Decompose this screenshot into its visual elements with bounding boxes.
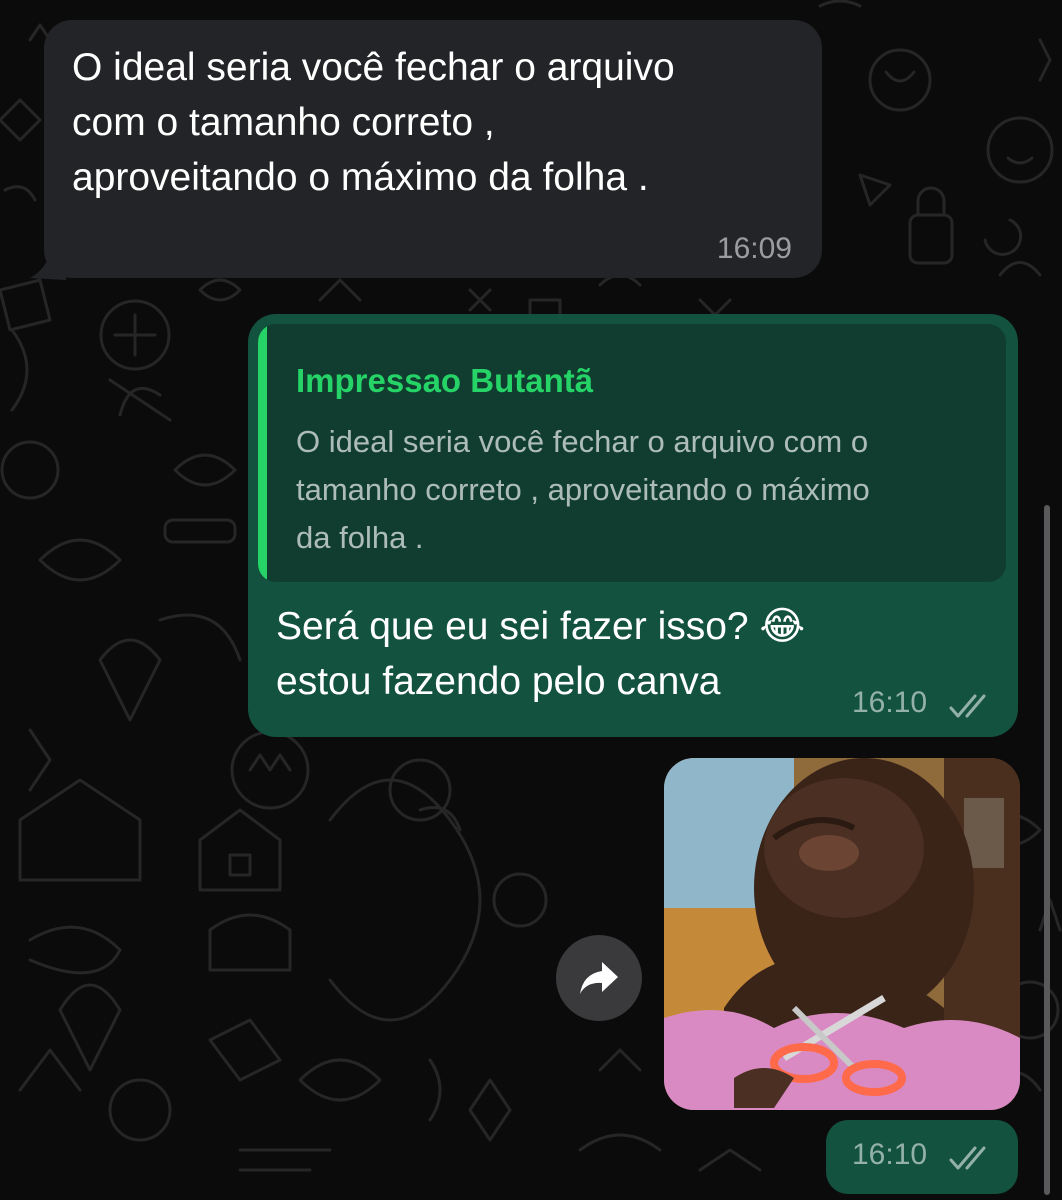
quote-accent-bar [258, 324, 267, 582]
quoted-message[interactable]: Impressao Butantã O ideal seria você fec… [258, 324, 1006, 582]
quoted-text: O ideal seria você fechar o arquivo com … [296, 424, 870, 555]
photo-content [664, 758, 1020, 1110]
reply-message-text: Será que eu sei fazer isso? 😂 estou faze… [276, 605, 806, 703]
incoming-bubble-tail [30, 246, 66, 280]
double-check-icon [949, 1146, 986, 1170]
reply-message-time: 16:10 [852, 686, 928, 719]
scrollbar[interactable] [1044, 505, 1050, 1195]
quoted-author: Impressao Butantã [296, 362, 594, 399]
outgoing-reply-bubble[interactable]: Impressao Butantã O ideal seria você fec… [248, 314, 1018, 737]
double-check-icon [949, 694, 986, 718]
incoming-message-time: 16:09 [716, 232, 792, 265]
incoming-message-text: O ideal seria você fechar o arquivo com … [72, 46, 675, 199]
incoming-message-bubble[interactable]: O ideal seria você fechar o arquivo com … [44, 20, 822, 278]
image-message-photo[interactable] [664, 758, 1020, 1110]
image-time-bubble: 16:10 [826, 1120, 1018, 1194]
forward-button[interactable] [556, 935, 642, 1021]
forward-arrow-icon [580, 962, 618, 994]
image-message-time: 16:10 [852, 1138, 928, 1171]
